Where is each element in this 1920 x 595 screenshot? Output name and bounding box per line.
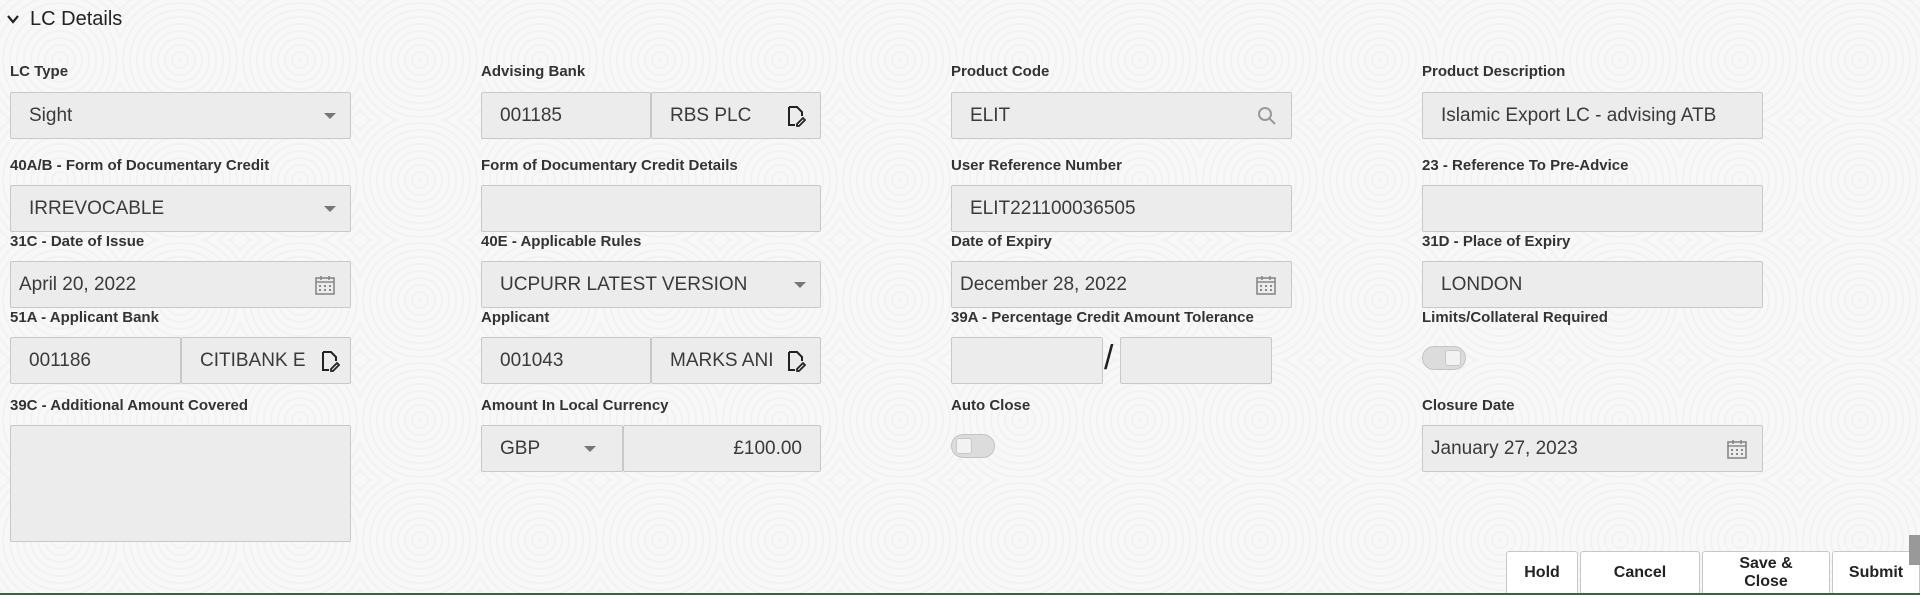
- product-description-value: Islamic Export LC - advising ATB: [1441, 104, 1717, 126]
- form-of-credit-details-input[interactable]: [481, 185, 821, 232]
- date-of-expiry-label: Date of Expiry: [951, 233, 1052, 250]
- applicant-name-value: MARKS ANI: [670, 349, 774, 371]
- tolerance-plus-input[interactable]: [951, 337, 1103, 384]
- calendar-icon[interactable]: [1255, 274, 1277, 296]
- additional-amount-label: 39C - Additional Amount Covered: [10, 397, 249, 414]
- limits-required-toggle[interactable]: [1422, 346, 1466, 370]
- applicant-bank-code-value: 001186: [29, 349, 91, 371]
- lc-type-value: Sight: [29, 104, 73, 126]
- chevron-down-icon[interactable]: [6, 12, 20, 26]
- advising-bank-code-value: 001185: [500, 104, 562, 126]
- date-of-expiry-input[interactable]: December 28, 2022: [951, 261, 1292, 308]
- save-close-button[interactable]: Save & Close: [1702, 551, 1830, 595]
- pre-advice-reference-input[interactable]: [1422, 185, 1763, 232]
- action-button-bar: Hold Cancel Save & Close Submit: [1504, 551, 1920, 595]
- advising-bank-label: Advising Bank: [481, 63, 586, 80]
- chevron-down-icon: [324, 205, 336, 212]
- toggle-knob: [956, 438, 972, 454]
- closure-date-value: January 27, 2023: [1431, 437, 1578, 459]
- submit-button[interactable]: Submit: [1832, 551, 1920, 595]
- section-title: LC Details: [30, 7, 123, 30]
- section-header[interactable]: LC Details: [6, 4, 122, 34]
- closure-date-input[interactable]: January 27, 2023: [1422, 425, 1763, 472]
- calendar-icon[interactable]: [314, 274, 336, 296]
- applicant-bank-code-input[interactable]: 001186: [10, 337, 181, 384]
- currency-value: GBP: [500, 437, 541, 459]
- place-of-expiry-input[interactable]: LONDON: [1422, 261, 1763, 308]
- limits-required-label: Limits/Collateral Required: [1422, 309, 1608, 326]
- product-code-label: Product Code: [951, 63, 1050, 80]
- document-lookup-icon[interactable]: [786, 105, 806, 127]
- additional-amount-textarea[interactable]: [10, 425, 351, 542]
- chevron-down-icon: [324, 112, 336, 119]
- product-code-input[interactable]: ELIT: [951, 92, 1292, 139]
- lc-type-label: LC Type: [10, 63, 69, 80]
- applicable-rules-value: UCPURR LATEST VERSION: [500, 273, 748, 295]
- lc-type-select[interactable]: Sight: [10, 92, 351, 139]
- form-of-credit-details-label: Form of Documentary Credit Details: [481, 157, 738, 174]
- document-lookup-icon[interactable]: [786, 350, 806, 372]
- form-of-credit-value: IRREVOCABLE: [29, 197, 165, 219]
- product-description-label: Product Description: [1422, 63, 1566, 80]
- applicant-code-input[interactable]: 001043: [481, 337, 651, 384]
- applicant-bank-name-input[interactable]: CITIBANK E: [181, 337, 351, 384]
- product-description-input[interactable]: Islamic Export LC - advising ATB: [1422, 92, 1763, 139]
- tolerance-minus-input[interactable]: [1120, 337, 1272, 384]
- form-of-credit-label: 40A/B - Form of Documentary Credit: [10, 157, 270, 174]
- chevron-down-icon: [584, 445, 596, 452]
- cancel-button[interactable]: Cancel: [1580, 551, 1700, 595]
- search-icon[interactable]: [1257, 106, 1277, 126]
- applicant-label: Applicant: [481, 309, 550, 326]
- auto-close-label: Auto Close: [951, 397, 1031, 414]
- applicant-bank-name-value: CITIBANK E: [200, 349, 306, 371]
- user-reference-value: ELIT221100036505: [970, 197, 1136, 219]
- auto-close-toggle[interactable]: [951, 434, 995, 458]
- calendar-icon[interactable]: [1726, 438, 1748, 460]
- applicant-code-value: 001043: [500, 349, 564, 371]
- local-amount-input[interactable]: £100.00: [623, 425, 821, 472]
- scrollbar-thumb[interactable]: [1909, 535, 1920, 565]
- local-amount-value: £100.00: [733, 437, 802, 459]
- closure-date-label: Closure Date: [1422, 397, 1515, 414]
- toggle-knob: [1445, 350, 1461, 366]
- advising-bank-name-value: RBS PLC: [670, 104, 752, 126]
- applicant-name-input[interactable]: MARKS ANI: [651, 337, 821, 384]
- tolerance-separator: /: [1104, 339, 1114, 377]
- place-of-expiry-label: 31D - Place of Expiry: [1422, 233, 1571, 250]
- pre-advice-reference-label: 23 - Reference To Pre-Advice: [1422, 157, 1629, 174]
- product-code-value: ELIT: [970, 104, 1011, 126]
- chevron-down-icon: [794, 281, 806, 288]
- date-of-issue-label: 31C - Date of Issue: [10, 233, 145, 250]
- applicable-rules-label: 40E - Applicable Rules: [481, 233, 642, 250]
- date-of-issue-input[interactable]: April 20, 2022: [10, 261, 351, 308]
- advising-bank-code-input[interactable]: 001185: [481, 92, 651, 139]
- user-reference-input[interactable]: ELIT221100036505: [951, 185, 1292, 232]
- local-amount-label: Amount In Local Currency: [481, 397, 669, 414]
- place-of-expiry-value: LONDON: [1441, 273, 1523, 295]
- user-reference-label: User Reference Number: [951, 157, 1122, 174]
- hold-button[interactable]: Hold: [1506, 551, 1578, 595]
- document-lookup-icon[interactable]: [320, 350, 340, 372]
- date-of-issue-value: April 20, 2022: [19, 273, 137, 295]
- tolerance-label: 39A - Percentage Credit Amount Tolerance: [951, 309, 1254, 326]
- applicable-rules-select[interactable]: UCPURR LATEST VERSION: [481, 261, 821, 308]
- date-of-expiry-value: December 28, 2022: [960, 273, 1127, 295]
- advising-bank-name-input[interactable]: RBS PLC: [651, 92, 821, 139]
- form-of-credit-select[interactable]: IRREVOCABLE: [10, 185, 351, 232]
- applicant-bank-label: 51A - Applicant Bank: [10, 309, 159, 326]
- currency-select[interactable]: GBP: [481, 425, 623, 472]
